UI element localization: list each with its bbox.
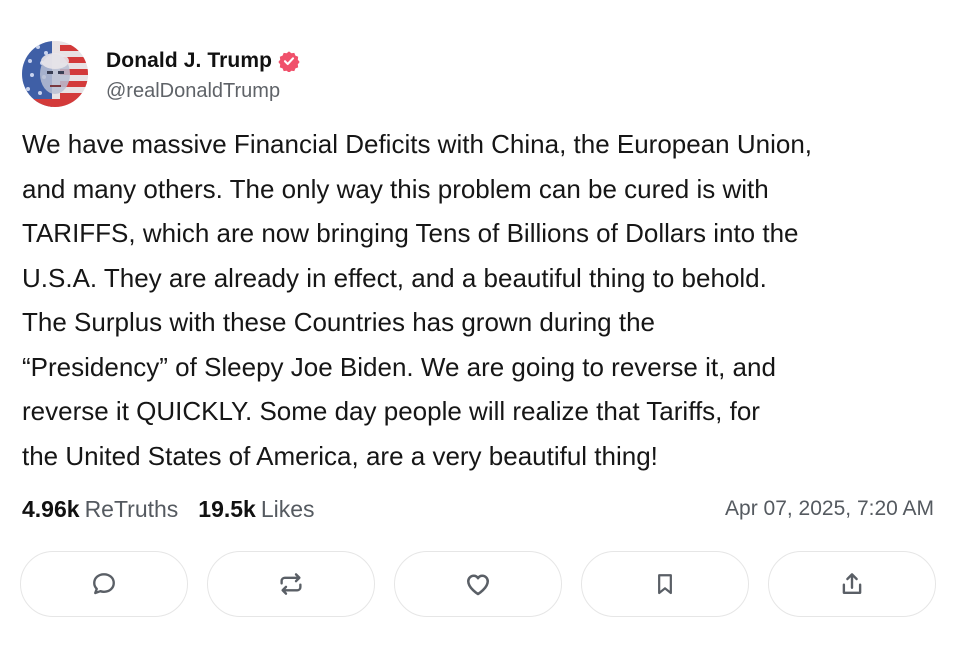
likes-count: 19.5k	[198, 495, 256, 522]
retruths-label: ReTruths	[84, 495, 179, 522]
retruth-button[interactable]	[207, 551, 375, 617]
post-stats: 4.96k ReTruths 19.5k Likes Apr 07, 2025,…	[22, 492, 934, 526]
heart-icon	[467, 574, 489, 596]
avatar-image	[22, 41, 88, 107]
post-body: We have massive Financial Deficits with …	[22, 122, 942, 478]
retruths-stat[interactable]: 4.96k ReTruths	[22, 496, 178, 523]
post-body-line: “Presidency” of Sleepy Joe Biden. We are…	[22, 351, 776, 382]
retruths-count: 4.96k	[22, 495, 80, 522]
post-body-line: and many others. The only way this probl…	[22, 173, 769, 204]
share-button[interactable]	[768, 551, 936, 617]
post-header: Donald J. Trump @realDonaldTrump	[22, 40, 300, 108]
author-handle[interactable]: @realDonaldTrump	[106, 80, 300, 103]
name-row: Donald J. Trump	[106, 46, 300, 76]
post-timestamp[interactable]: Apr 07, 2025, 7:20 AM	[725, 497, 934, 521]
verified-badge-icon	[278, 50, 300, 73]
author-names: Donald J. Trump @realDonaldTrump	[106, 46, 300, 103]
post-body-line: TARIFFS, which are now bringing Tens of …	[22, 218, 799, 248]
action-bar	[20, 551, 936, 619]
share-icon	[842, 573, 862, 594]
avatar[interactable]	[22, 41, 88, 107]
repost-icon	[280, 573, 302, 595]
like-button[interactable]	[394, 551, 562, 617]
post-body-line: the United States of America, are a very…	[22, 440, 658, 471]
truth-post: Donald J. Trump @realDonaldTrump We have…	[0, 0, 960, 657]
author-display-name[interactable]: Donald J. Trump	[106, 49, 272, 73]
likes-label: Likes	[260, 495, 315, 522]
post-body-line: We have massive Financial Deficits with …	[22, 129, 813, 159]
post-body-line: The Surplus with these Countries has gro…	[22, 307, 656, 337]
comment-icon	[93, 573, 115, 595]
likes-stat[interactable]: 19.5k Likes	[198, 496, 314, 523]
bookmark-button[interactable]	[581, 551, 749, 617]
post-body-line: U.S.A. They are already in effect, and a…	[22, 262, 767, 293]
post-body-line: reverse it QUICKLY. Some day people will…	[22, 396, 760, 426]
reply-button[interactable]	[20, 551, 188, 617]
bookmark-icon	[658, 574, 672, 595]
